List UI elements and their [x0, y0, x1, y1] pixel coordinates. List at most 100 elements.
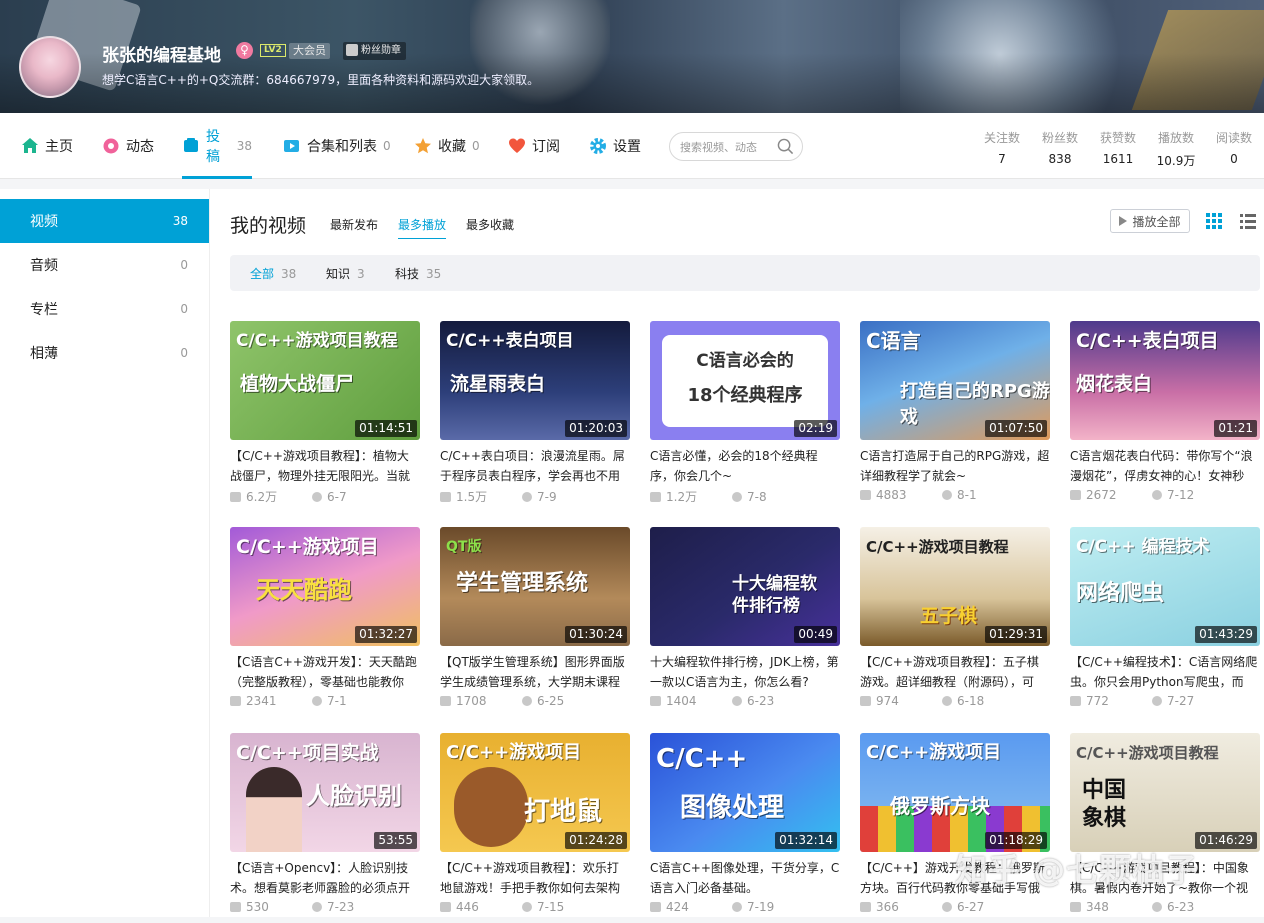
video-card[interactable]: C/C++ 图像处理 01:32:14 C语言C++图像处理，干货分享，C语言入… — [650, 733, 840, 923]
filter-label: 科技 — [395, 267, 420, 281]
video-title[interactable]: 十大编程软件排行榜，JDK上榜，第一款以C语言为主，你怎么看? — [650, 652, 840, 692]
video-thumbnail[interactable]: C/C++ 图像处理 01:32:14 — [650, 733, 840, 852]
thumbnail-subtext: 图像处理 — [680, 793, 785, 823]
video-title[interactable]: 【C/C++编程技术】：C语言网络爬虫。你只会用Python写爬虫，而 — [1070, 652, 1260, 692]
stat-value: 10.9万 — [1156, 154, 1196, 168]
video-title[interactable]: 【C/C++游戏项目教程】：植物大战僵尸，物理外挂无限阳光。当就 — [230, 446, 420, 486]
video-meta: 1.2万 7-8 — [650, 488, 840, 505]
video-card[interactable]: C语言必会的 18个经典程序 02:19 C语言必懂，必会的18个经典程序，你会… — [650, 321, 840, 511]
video-title[interactable]: C语言必懂，必会的18个经典程序，你会几个~ — [650, 446, 840, 486]
play-count-icon — [1070, 696, 1081, 706]
fan-badge[interactable]: 粉丝勋章 — [343, 42, 406, 60]
video-thumbnail[interactable]: C/C++游戏项目 打地鼠 01:24:28 — [440, 733, 630, 852]
video-thumbnail[interactable]: QT版 学生管理系统 01:30:24 — [440, 527, 630, 646]
vip-badge[interactable]: 大会员 — [289, 43, 330, 59]
video-title[interactable]: 【C语言+Opencv】：人脸识别技术。想看莫影老师露脸的必须点开 — [230, 858, 420, 898]
tab-home[interactable]: 主页 — [21, 113, 73, 179]
search-icon[interactable] — [777, 138, 794, 155]
publish-date: 7-19 — [747, 900, 775, 914]
video-card[interactable]: C/C++ 编程技术 网络爬虫 01:43:29 【C/C++编程技术】：C语言… — [1070, 527, 1260, 717]
grid-view-icon[interactable] — [1206, 213, 1222, 229]
tab-label: 订阅 — [532, 139, 560, 155]
thumbnail-text: C语言必会的 — [696, 351, 794, 371]
filter-knowledge[interactable]: 知识 3 — [326, 265, 365, 282]
stat-followers[interactable]: 粉丝数 838 — [1039, 129, 1081, 166]
video-card[interactable]: C/C++游戏项目教程 植物大战僵尸 01:14:51 【C/C++游戏项目教程… — [230, 321, 420, 511]
level-badge[interactable]: LV2 — [260, 44, 286, 57]
video-card[interactable]: C/C++游戏项目教程 中国象棋 01:46:29 【C/C++游戏项目教程】：… — [1070, 733, 1260, 923]
video-title[interactable]: 【C语言C++游戏开发】：天天酷跑（完整版教程），零基础也能教你 — [230, 652, 420, 692]
thumbnail-text: C/C++表白项目 — [446, 331, 574, 351]
tab-dynamic[interactable]: 动态 — [102, 113, 154, 179]
list-view-icon[interactable] — [1240, 213, 1256, 229]
video-meta: 424 7-19 — [650, 900, 840, 914]
video-card[interactable]: C语言 打造自己的RPG游戏 01:07:50 C语言打造屌于自己的RPG游戏，… — [860, 321, 1050, 511]
tab-settings[interactable]: 设置 — [589, 113, 641, 179]
sidebar-item-label: 视频 — [30, 214, 58, 230]
clock-icon — [942, 902, 952, 912]
video-card[interactable]: C/C++游戏项目教程 五子棋 01:29:31 【C/C++游戏项目教程】：五… — [860, 527, 1050, 717]
tab-upload[interactable]: 投稿 38 — [182, 113, 252, 179]
stat-following[interactable]: 关注数 7 — [981, 129, 1023, 166]
sidebar-item-video[interactable]: 视频 38 — [0, 199, 209, 243]
play-count-icon — [860, 902, 871, 912]
video-thumbnail[interactable]: C语言 打造自己的RPG游戏 01:07:50 — [860, 321, 1050, 440]
video-thumbnail[interactable]: C/C++项目实战 人脸识别 53:55 — [230, 733, 420, 852]
sidebar-item-album[interactable]: 相薄 0 — [0, 331, 209, 375]
watermark: 知乎 @七颗柚子 — [955, 851, 1199, 889]
profile-nav: 主页 动态 投稿 38 合集和列表 0 收藏 0 订阅 设置 关注数 7 粉丝数… — [0, 113, 1264, 179]
sidebar-item-audio[interactable]: 音频 0 — [0, 243, 209, 287]
avatar[interactable] — [19, 36, 81, 98]
play-count-icon — [860, 490, 871, 500]
video-thumbnail[interactable]: 十大编程软件排行榜 00:49 — [650, 527, 840, 646]
video-thumbnail[interactable]: C语言必会的 18个经典程序 02:19 — [650, 321, 840, 440]
stat-value: 1611 — [1102, 152, 1134, 166]
search-box — [669, 132, 803, 161]
sort-most-favorited[interactable]: 最多收藏 — [466, 216, 514, 233]
tab-subscriptions[interactable]: 订阅 — [508, 113, 560, 179]
video-card[interactable]: C/C++游戏项目 天天酷跑 01:32:27 【C语言C++游戏开发】：天天酷… — [230, 527, 420, 717]
filter-all[interactable]: 全部 38 — [250, 265, 296, 282]
thumbnail-subtext: 天天酷跑 — [256, 576, 352, 604]
video-thumbnail[interactable]: C/C++表白项目 烟花表白 01:21 — [1070, 321, 1260, 440]
play-count-icon — [650, 491, 661, 502]
video-thumbnail[interactable]: C/C++ 编程技术 网络爬虫 01:43:29 — [1070, 527, 1260, 646]
clock-icon — [1152, 902, 1162, 912]
video-card[interactable]: C/C++项目实战 人脸识别 53:55 【C语言+Opencv】：人脸识别技术… — [230, 733, 420, 923]
video-title[interactable]: C语言C++图像处理，干货分享，C语言入门必备基础。 — [650, 858, 840, 898]
video-title[interactable]: C语言打造屌于自己的RPG游戏，超详细教程学了就会~ — [860, 446, 1050, 486]
stat-likes: 获赞数 1611 — [1097, 129, 1139, 166]
video-thumbnail[interactable]: C/C++游戏项目 天天酷跑 01:32:27 — [230, 527, 420, 646]
video-card[interactable]: C/C++表白项目 烟花表白 01:21 C语言烟花表白代码：带你写个“浪漫烟花… — [1070, 321, 1260, 511]
thumbnail-subtext: 18个经典程序 — [687, 385, 803, 406]
video-card[interactable]: C/C++游戏项目 打地鼠 01:24:28 【C/C++游戏项目教程】：欢乐打… — [440, 733, 630, 923]
video-title[interactable]: 【C/C++游戏项目教程】：五子棋游戏。超详细教程（附源码），可 — [860, 652, 1050, 692]
video-thumbnail[interactable]: C/C++游戏项目教程 植物大战僵尸 01:14:51 — [230, 321, 420, 440]
sidebar-item-column[interactable]: 专栏 0 — [0, 287, 209, 331]
video-title[interactable]: C语言烟花表白代码：带你写个“浪漫烟花”，俘虏女神的心！女神秒 — [1070, 446, 1260, 486]
video-card[interactable]: QT版 学生管理系统 01:30:24 【QT版学生管理系统】图形界面版学生成绩… — [440, 527, 630, 717]
stat-label: 播放数 — [1157, 131, 1194, 145]
tab-collections[interactable]: 合集和列表 0 — [283, 113, 391, 179]
play-all-button[interactable]: 播放全部 — [1110, 209, 1190, 233]
video-thumbnail[interactable]: C/C++游戏项目教程 中国象棋 01:46:29 — [1070, 733, 1260, 852]
sort-most-played[interactable]: 最多播放 — [398, 216, 447, 239]
video-thumbnail[interactable]: C/C++表白项目 流星雨表白 01:20:03 — [440, 321, 630, 440]
filter-technology[interactable]: 科技 35 — [395, 265, 441, 282]
video-thumbnail[interactable]: C/C++游戏项目 俄罗斯方块 01:18:29 — [860, 733, 1050, 852]
video-card[interactable]: C/C++游戏项目 俄罗斯方块 01:18:29 【C/C++】游戏开发教程：俄… — [860, 733, 1050, 923]
video-card[interactable]: C/C++表白项目 流星雨表白 01:20:03 C/C++表白项目：浪漫流星雨… — [440, 321, 630, 511]
video-title[interactable]: C/C++表白项目：浪漫流星雨。屌于程序员表白程序，学会再也不用 — [440, 446, 630, 486]
clock-icon — [732, 902, 742, 912]
search-input[interactable] — [680, 138, 772, 156]
sort-newest[interactable]: 最新发布 — [330, 216, 378, 233]
video-title[interactable]: 【QT版学生管理系统】图形界面版学生成绩管理系统，大学期末课程 — [440, 652, 630, 692]
publish-date: 6-27 — [957, 900, 985, 914]
tab-favorites[interactable]: 收藏 0 — [414, 113, 480, 179]
publish-date: 6-23 — [1167, 900, 1195, 914]
video-thumbnail[interactable]: C/C++游戏项目教程 五子棋 01:29:31 — [860, 527, 1050, 646]
video-meta: 1404 6-23 — [650, 694, 840, 708]
video-card[interactable]: 十大编程软件排行榜 00:49 十大编程软件排行榜，JDK上榜，第一款以C语言为… — [650, 527, 840, 717]
thumbnail-subtext: 流星雨表白 — [450, 373, 546, 395]
video-title[interactable]: 【C/C++游戏项目教程】：欢乐打地鼠游戏！手把手教你如何去架构 — [440, 858, 630, 898]
